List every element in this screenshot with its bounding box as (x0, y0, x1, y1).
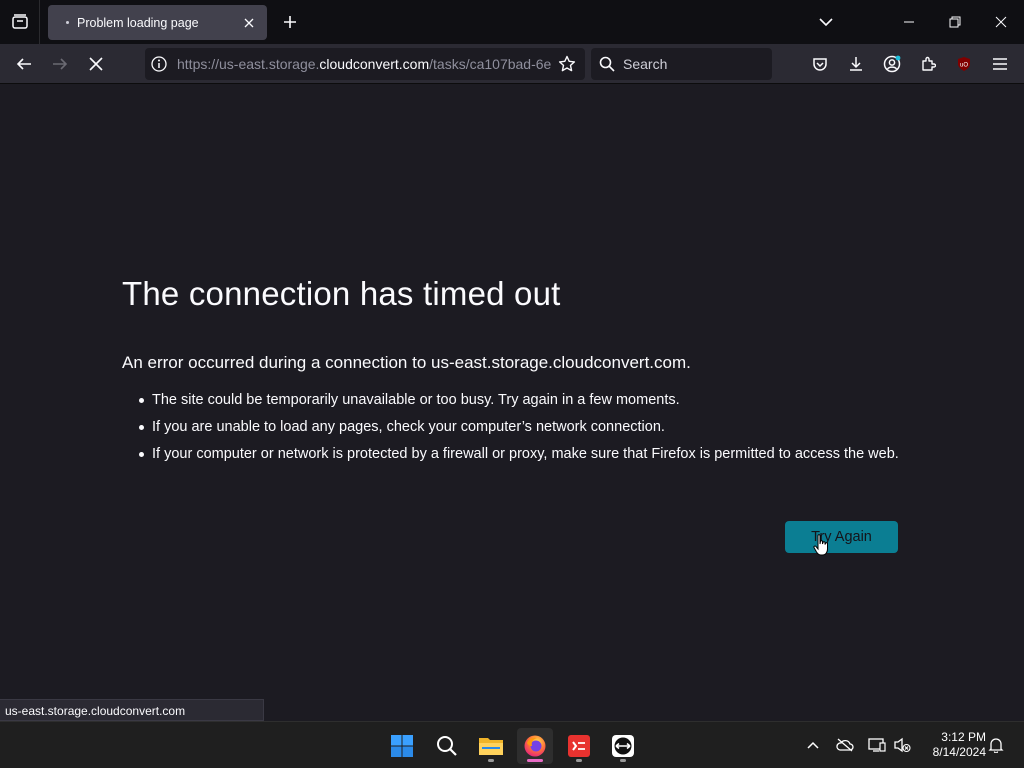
error-suggestions-list: The site could be temporarily unavailabl… (137, 390, 907, 471)
search-placeholder: Search (623, 56, 668, 72)
account-icon (883, 55, 901, 73)
volume-tray-icon[interactable] (891, 734, 913, 756)
new-tab-button[interactable] (280, 12, 300, 32)
stop-icon (89, 57, 103, 71)
clock-date: 8/14/2024 (932, 745, 986, 759)
search-icon (437, 736, 457, 756)
running-indicator (527, 759, 543, 762)
show-hidden-icons-button[interactable] (802, 734, 824, 756)
tab-close-button[interactable] (241, 15, 257, 31)
pocket-button[interactable] (802, 48, 838, 80)
tab-title: Problem loading page (77, 15, 199, 30)
loading-dot-icon (66, 21, 69, 24)
stop-button[interactable] (80, 48, 112, 80)
minimize-button[interactable] (886, 0, 932, 44)
windows-logo-icon (391, 735, 413, 757)
running-indicator (488, 759, 494, 762)
search-bar[interactable]: Search (591, 48, 772, 80)
search-icon (599, 56, 615, 72)
tab-active[interactable]: Problem loading page (48, 5, 267, 40)
notifications-button[interactable] (985, 734, 1007, 756)
onedrive-tray-icon[interactable] (834, 734, 856, 756)
minimize-icon (904, 21, 914, 23)
url-suffix: /tasks/ca107bad-6e (429, 56, 552, 72)
running-indicator (620, 759, 626, 762)
forward-button[interactable] (44, 48, 76, 80)
navigation-toolbar: https://us-east.storage.cloudconvert.com… (0, 44, 1024, 84)
running-indicator (576, 759, 582, 762)
tab-strip: Problem loading page (0, 0, 1024, 44)
remote-app-icon (568, 735, 590, 757)
puzzle-icon (922, 56, 936, 71)
error-description: An error occurred during a connection to… (122, 353, 691, 372)
chevron-up-icon (807, 741, 819, 749)
firefox-view-button[interactable] (0, 0, 40, 44)
start-button[interactable] (384, 728, 420, 764)
error-title: The connection has timed out (122, 275, 561, 312)
address-bar[interactable]: https://us-east.storage.cloudconvert.com… (145, 48, 585, 80)
clock-time: 3:12 PM (941, 730, 986, 744)
close-window-button[interactable] (978, 0, 1024, 44)
folder-icon (479, 738, 503, 755)
anydesk-taskbar-button[interactable] (561, 728, 597, 764)
cloud-off-icon (836, 738, 854, 752)
app-menu-button[interactable] (982, 48, 1018, 80)
bookmark-star-button[interactable] (555, 55, 579, 73)
url-host: cloudconvert.com (319, 56, 430, 72)
chevron-down-icon (819, 18, 833, 27)
star-icon (558, 55, 576, 72)
close-icon (244, 18, 254, 27)
status-panel: us-east.storage.cloudconvert.com (0, 699, 264, 721)
firefox-icon (524, 735, 546, 757)
account-button[interactable] (874, 48, 910, 80)
network-icon (868, 738, 886, 752)
downloads-button[interactable] (838, 48, 874, 80)
teamviewer-icon (612, 735, 634, 757)
file-explorer-button[interactable] (473, 728, 509, 764)
download-icon (850, 57, 862, 71)
taskbar-search-button[interactable] (429, 728, 465, 764)
restore-icon (949, 16, 961, 28)
url-prefix: https://us-east.storage. (177, 56, 320, 72)
teamviewer-taskbar-button[interactable] (605, 728, 641, 764)
plus-icon (284, 16, 296, 28)
ublock-origin-button[interactable]: uO (946, 48, 982, 80)
firefox-view-icon (11, 14, 28, 29)
pocket-icon (813, 58, 827, 71)
arrow-right-icon (53, 58, 68, 70)
windows-taskbar: 3:12 PM 8/14/2024 (0, 721, 1024, 768)
extensions-button[interactable] (910, 48, 946, 80)
error-page: The connection has timed out An error oc… (0, 85, 1024, 720)
list-item: The site could be temporarily unavailabl… (137, 390, 907, 410)
bell-icon (988, 738, 1004, 753)
info-icon (151, 56, 167, 72)
system-clock[interactable]: 3:12 PM 8/14/2024 (918, 730, 986, 760)
hand-pointer-cursor-icon (813, 534, 828, 556)
url-text[interactable]: https://us-east.storage.cloudconvert.com… (177, 56, 555, 72)
back-button[interactable] (8, 48, 40, 80)
volume-muted-icon (894, 737, 911, 753)
close-icon (995, 16, 1007, 28)
arrow-left-icon (16, 58, 31, 70)
restore-button[interactable] (932, 0, 978, 44)
browser-window: Problem loading page https://us-east.sto… (0, 0, 1024, 768)
hamburger-menu-icon (993, 58, 1007, 70)
network-tray-icon[interactable] (866, 734, 888, 756)
firefox-taskbar-button[interactable] (517, 728, 553, 764)
try-again-button[interactable]: Try Again (785, 521, 898, 553)
svg-text:uO: uO (960, 63, 968, 69)
list-item: If your computer or network is protected… (137, 444, 907, 464)
list-all-tabs-button[interactable] (816, 12, 836, 32)
ublock-shield-icon: uO (958, 57, 970, 71)
list-item: If you are unable to load any pages, che… (137, 417, 907, 437)
